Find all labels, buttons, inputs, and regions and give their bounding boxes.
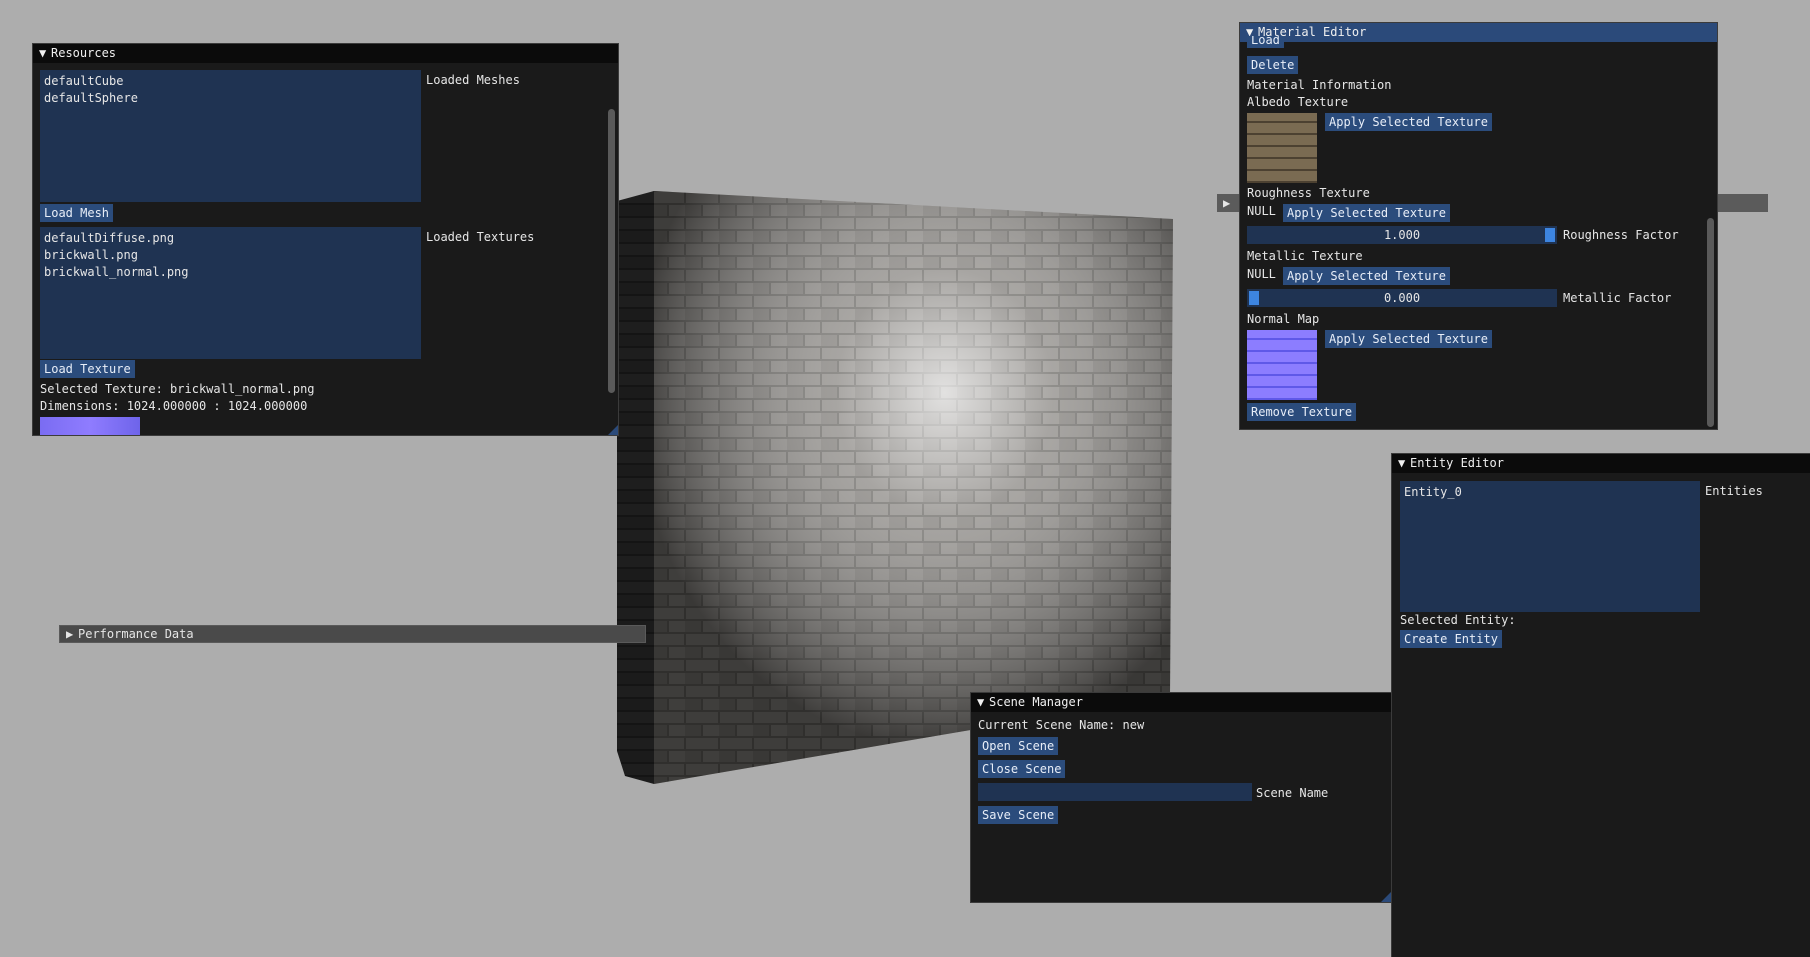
- performance-window[interactable]: ▶ Performance Data: [59, 625, 646, 643]
- entity-item[interactable]: Entity_0: [1400, 484, 1700, 501]
- material-editor-window: ▼ Material Editor Load Delete Material In…: [1239, 22, 1718, 430]
- texture-item[interactable]: brickwall_normal.png: [40, 264, 421, 281]
- albedo-texture-preview: [1247, 113, 1317, 183]
- resources-window: ▼ Resources defaultCube defaultSphere Loa…: [32, 43, 619, 436]
- roughness-texture-label: Roughness Texture: [1247, 186, 1370, 200]
- collapse-arrow-icon[interactable]: ▼: [39, 44, 51, 63]
- scene-manager-resize-grip[interactable]: [1381, 892, 1391, 902]
- roughness-factor-slider[interactable]: 1.000: [1247, 226, 1557, 244]
- create-entity-button[interactable]: Create Entity: [1400, 630, 1502, 648]
- resources-scrollbar[interactable]: [605, 64, 618, 435]
- collapse-arrow-icon[interactable]: ▼: [1398, 454, 1410, 473]
- normal-map-preview: [1247, 330, 1317, 400]
- apply-metallic-button[interactable]: Apply Selected Texture: [1283, 267, 1450, 285]
- metallic-texture-label: Metallic Texture: [1247, 249, 1363, 263]
- loaded-textures-label: Loaded Textures: [426, 230, 535, 244]
- open-scene-button[interactable]: Open Scene: [978, 737, 1059, 755]
- albedo-texture-label: Albedo Texture: [1247, 95, 1349, 109]
- expand-arrow-icon[interactable]: ▶: [66, 626, 78, 642]
- texture-item[interactable]: brickwall.png: [40, 247, 421, 264]
- metallic-factor-label: Metallic Factor: [1563, 291, 1672, 305]
- textures-listbox[interactable]: defaultDiffuse.png brickwall.png brickwa…: [40, 227, 421, 359]
- texture-item[interactable]: defaultDiffuse.png: [40, 230, 421, 247]
- normal-map-label: Normal Map: [1247, 312, 1320, 326]
- selected-texture-text: Selected Texture: brickwall_normal.png: [40, 382, 315, 396]
- apply-roughness-button[interactable]: Apply Selected Texture: [1283, 204, 1450, 222]
- scene-manager-title: Scene Manager: [989, 695, 1083, 709]
- material-editor-titlebar[interactable]: ▼ Material Editor: [1240, 23, 1717, 42]
- save-scene-button[interactable]: Save Scene: [978, 806, 1059, 824]
- texture-preview-normal: [40, 417, 140, 435]
- performance-title: Performance Data: [78, 627, 194, 641]
- roughness-null-text: NULL: [1247, 204, 1276, 218]
- material-editor-scrollbar-thumb[interactable]: [1707, 218, 1714, 427]
- material-editor-scrollbar[interactable]: [1704, 43, 1717, 429]
- roughness-slider-grab[interactable]: [1545, 228, 1555, 242]
- scene-name-label: Scene Name: [1256, 786, 1329, 800]
- remove-texture-button[interactable]: Remove Texture: [1247, 403, 1357, 421]
- resources-title: Resources: [51, 46, 117, 60]
- entity-editor-title: Entity Editor: [1410, 456, 1504, 470]
- entity-editor-window: ▼ Entity Editor Entity_0 Entities Selecte…: [1391, 453, 1810, 957]
- metallic-value: 0.000: [1383, 291, 1421, 305]
- entity-editor-titlebar[interactable]: ▼ Entity Editor: [1392, 454, 1810, 473]
- resources-titlebar[interactable]: ▼ Resources: [33, 44, 618, 63]
- loaded-meshes-label: Loaded Meshes: [426, 73, 520, 87]
- delete-material-button[interactable]: Delete: [1247, 56, 1299, 74]
- load-texture-button[interactable]: Load Texture: [40, 360, 135, 378]
- roughness-factor-label: Roughness Factor: [1563, 228, 1679, 242]
- material-info-label: Material Information: [1247, 78, 1392, 92]
- metallic-slider-grab[interactable]: [1249, 291, 1259, 305]
- resources-scrollbar-thumb[interactable]: [608, 109, 615, 393]
- load-material-button[interactable]: Load: [1247, 36, 1284, 48]
- expand-arrow-icon[interactable]: ▶: [1223, 195, 1230, 211]
- current-scene-text: Current Scene Name: new: [978, 718, 1145, 732]
- close-scene-button[interactable]: Close Scene: [978, 760, 1066, 778]
- entities-listbox[interactable]: Entity_0: [1400, 481, 1700, 612]
- resources-resize-grip[interactable]: [608, 425, 618, 435]
- selected-entity-text: Selected Entity:: [1400, 613, 1516, 627]
- scene-manager-titlebar[interactable]: ▼ Scene Manager: [971, 693, 1391, 712]
- entities-label: Entities: [1705, 484, 1763, 498]
- mesh-item[interactable]: defaultCube: [40, 73, 421, 90]
- roughness-value: 1.000: [1383, 228, 1421, 242]
- mesh-item[interactable]: defaultSphere: [40, 90, 421, 107]
- apply-albedo-button[interactable]: Apply Selected Texture: [1325, 113, 1492, 131]
- apply-normal-button[interactable]: Apply Selected Texture: [1325, 330, 1492, 348]
- metallic-factor-slider[interactable]: 0.000: [1247, 289, 1557, 307]
- collapse-arrow-icon[interactable]: ▼: [977, 693, 989, 712]
- load-mesh-button[interactable]: Load Mesh: [40, 204, 114, 222]
- scene-name-input[interactable]: [978, 783, 1252, 801]
- scene-manager-window: ▼ Scene Manager Current Scene Name: new O…: [970, 692, 1392, 903]
- meshes-listbox[interactable]: defaultCube defaultSphere: [40, 70, 421, 202]
- metallic-null-text: NULL: [1247, 267, 1276, 281]
- dimensions-text: Dimensions: 1024.000000 : 1024.000000: [40, 399, 308, 413]
